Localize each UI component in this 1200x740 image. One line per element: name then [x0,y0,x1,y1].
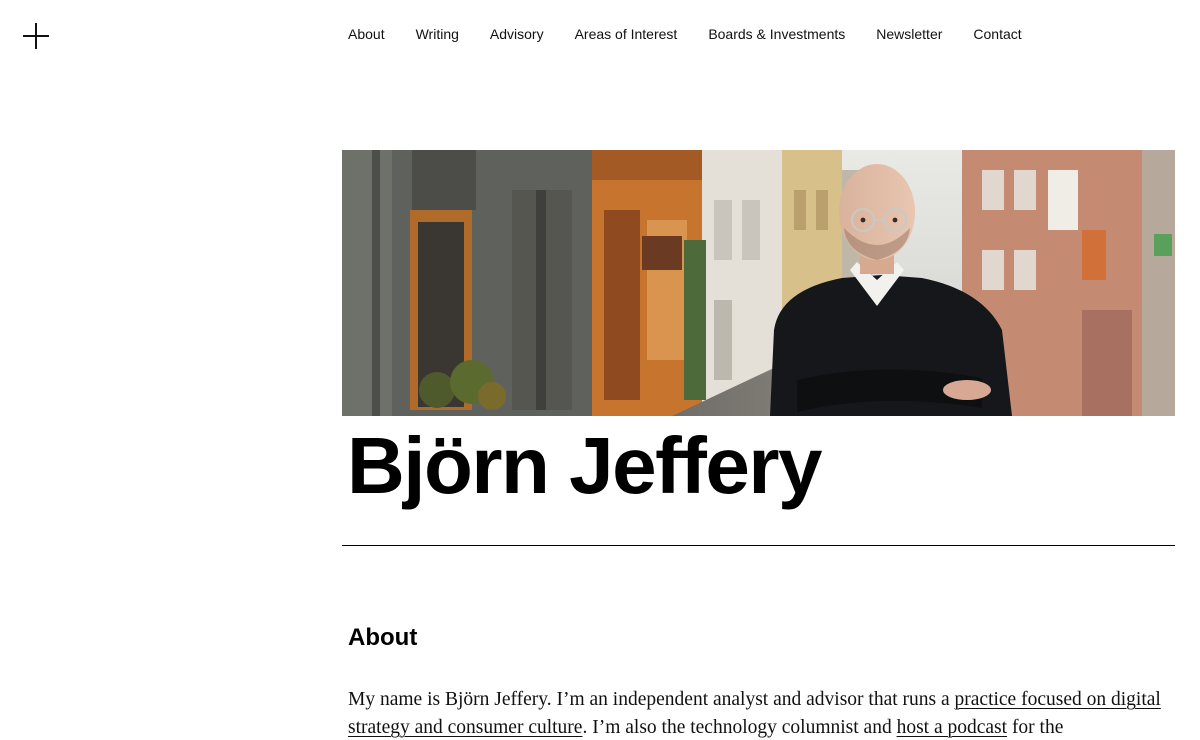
nav-link-about[interactable]: About [348,24,385,44]
menu-plus-icon[interactable] [22,22,50,50]
about-heading: About [348,624,418,651]
about-paragraph: My name is Björn Jeffery. I’m an indepen… [348,686,1168,740]
nav-link-advisory[interactable]: Advisory [490,24,544,44]
podcast-link[interactable]: host a podcast [897,717,1007,738]
about-text-part-3: for the [1007,717,1064,738]
divider-line [342,545,1175,546]
nav-link-contact[interactable]: Contact [973,24,1021,44]
nav-link-areas-of-interest[interactable]: Areas of Interest [575,24,678,44]
main-nav: About Writing Advisory Areas of Interest… [348,24,1022,44]
hero-photo [342,150,1175,416]
nav-link-newsletter[interactable]: Newsletter [876,24,942,44]
nav-link-boards-investments[interactable]: Boards & Investments [708,24,845,44]
site-title: Björn Jeffery [347,421,822,510]
about-text-part-1: My name is Björn Jeffery. I’m an indepen… [348,689,955,710]
about-text-part-2: . I’m also the technology columnist and [582,717,897,738]
nav-link-writing[interactable]: Writing [416,24,459,44]
